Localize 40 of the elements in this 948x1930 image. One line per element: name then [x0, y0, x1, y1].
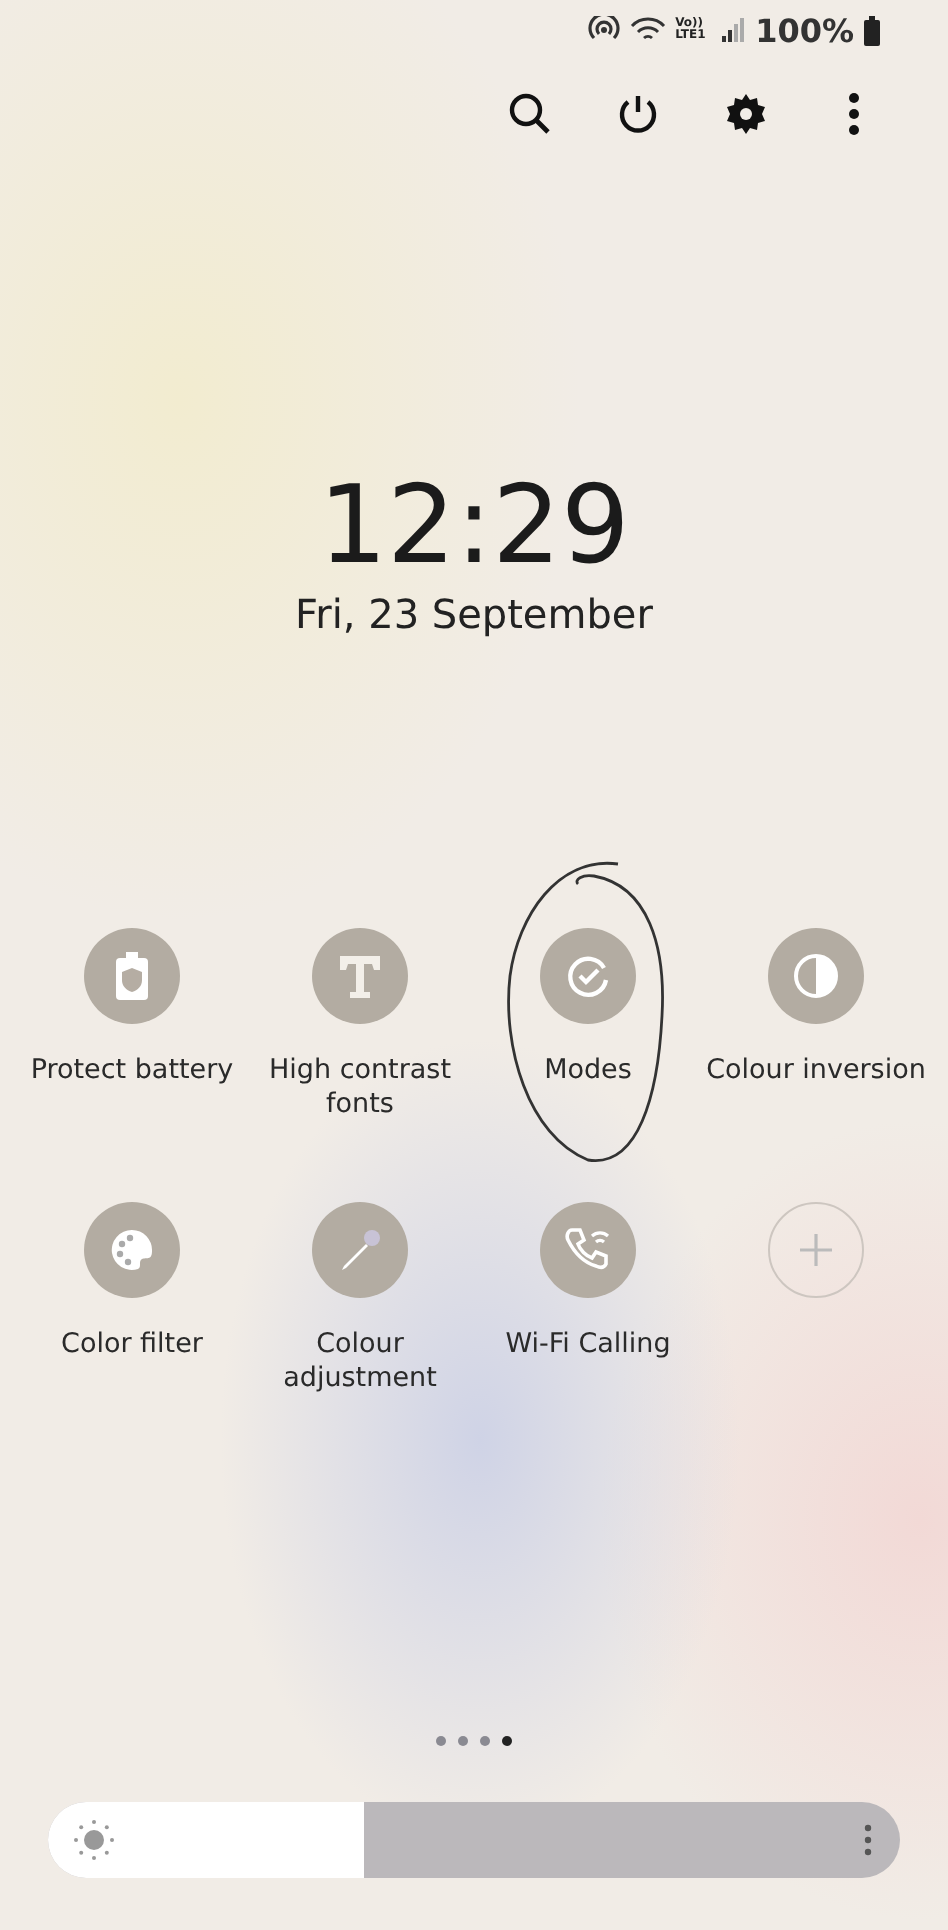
quick-toggle-button[interactable]: [312, 1202, 408, 1298]
page-indicator-dot[interactable]: [458, 1736, 468, 1746]
quick-toggle-button[interactable]: [84, 928, 180, 1024]
palette-icon: [108, 1226, 156, 1274]
tile-label: Wi-Fi Calling: [503, 1328, 673, 1362]
more-options-icon: [848, 92, 860, 136]
search-icon: [508, 92, 552, 136]
quick-toggle-button[interactable]: [312, 928, 408, 1024]
quick-toggle-button[interactable]: [768, 928, 864, 1024]
more-options-icon[interactable]: [864, 1824, 872, 1856]
clock-date: Fri, 23 September: [295, 590, 653, 638]
page-indicator-dot[interactable]: [436, 1736, 446, 1746]
half-circle-icon: [792, 952, 840, 1000]
battery-shield-icon: [114, 952, 150, 1000]
clock-time: 12:29: [318, 466, 630, 586]
battery-percentage: 100%: [755, 11, 854, 49]
sun-icon: [72, 1818, 116, 1862]
circular-check-icon: [564, 952, 612, 1000]
tile-label: Colour inversion: [704, 1054, 928, 1088]
tile-label: Protect battery: [28, 1054, 236, 1088]
letter-t-icon: [336, 952, 384, 1000]
eyedropper-icon: [336, 1226, 384, 1274]
page-indicator-dot[interactable]: [502, 1736, 512, 1746]
tile-label: High contrast fonts: [267, 1054, 453, 1122]
tile-label: Colour adjustment: [281, 1328, 439, 1396]
hotspot-icon: [587, 16, 620, 44]
battery-icon: [864, 15, 880, 45]
wifi-icon: [629, 16, 666, 44]
quick-toggle-button[interactable]: [540, 1202, 636, 1298]
quick-toggle-button[interactable]: [540, 928, 636, 1024]
brightness-slider[interactable]: [48, 1802, 900, 1878]
quick-toggle-button[interactable]: [84, 1202, 180, 1298]
add-tile-button[interactable]: [768, 1202, 864, 1298]
settings-icon: [724, 92, 768, 136]
plus-icon: [796, 1230, 836, 1270]
tile-label: Color filter: [59, 1328, 205, 1362]
power-icon: [616, 92, 660, 136]
page-indicator-dot[interactable]: [480, 1736, 490, 1746]
signal-icon: [721, 18, 746, 42]
tile-label: Modes: [542, 1054, 634, 1088]
